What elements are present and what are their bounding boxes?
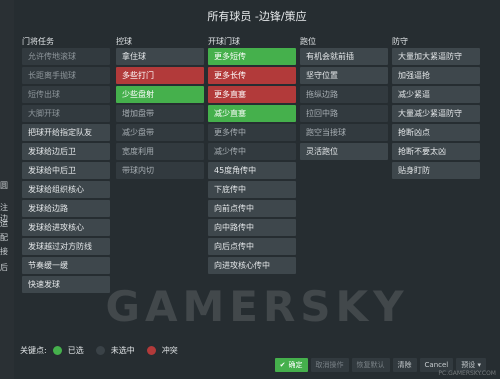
instruction-option[interactable]: 增加盘带 bbox=[116, 105, 204, 122]
instruction-option[interactable]: 拖纵边路 bbox=[300, 86, 388, 103]
instruction-option[interactable]: 向后点传中 bbox=[208, 238, 296, 255]
column-defending: 大量加大紧逼防守 加强逼抢减少紧逼大量减少紧逼防守 抢断凶点抢断不要太凶 贴身盯防 bbox=[392, 48, 480, 181]
column-header-passing: 开球门球 bbox=[208, 37, 240, 46]
instruction-option[interactable]: 更多短传 bbox=[208, 48, 296, 65]
instruction-option[interactable]: 把球开给指定队友 bbox=[22, 124, 110, 141]
preset-label: 预设 bbox=[461, 361, 476, 369]
instruction-option[interactable]: 少些盘射 bbox=[116, 86, 204, 103]
legend-unselected: 未选中 bbox=[110, 346, 135, 355]
instruction-option[interactable]: 跑空当接球 bbox=[300, 124, 388, 141]
instruction-option[interactable]: 发球给进攻核心 bbox=[22, 219, 110, 236]
instruction-option[interactable]: 45度角传中 bbox=[208, 162, 296, 179]
bg-text-fragment: 后 bbox=[0, 263, 8, 272]
instruction-option[interactable]: 发球给组织核心 bbox=[22, 181, 110, 198]
chevron-down-icon: ▾ bbox=[477, 361, 481, 369]
dialog-title: 所有球员 -边锋/策应 bbox=[207, 10, 307, 23]
instruction-option[interactable]: 坚守位置 bbox=[300, 67, 388, 84]
legend-label: 关键点: bbox=[20, 346, 47, 355]
instruction-option[interactable]: 长距离手抛球 bbox=[22, 67, 110, 84]
instruction-option[interactable]: 更多直塞 bbox=[208, 86, 296, 103]
column-possession: 拿住球多些打门少些盘射增加盘带减少盘带宽度利用带球内切 bbox=[116, 48, 204, 181]
unselected-dot-icon bbox=[95, 346, 105, 355]
restore-default-button[interactable]: 恢复默认 bbox=[351, 358, 390, 372]
instruction-option[interactable]: 发球给边后卫 bbox=[22, 143, 110, 160]
check-icon: ✔ bbox=[279, 361, 286, 369]
instruction-option[interactable]: 宽度利用 bbox=[116, 143, 204, 160]
instruction-option[interactable]: 减少紧逼 bbox=[392, 86, 480, 103]
column-header-possession: 控球 bbox=[116, 37, 132, 46]
instruction-option[interactable]: 多些打门 bbox=[116, 67, 204, 84]
instruction-option[interactable]: 减少直塞 bbox=[208, 105, 296, 122]
undo-button[interactable]: 取消操作 bbox=[310, 358, 349, 372]
conflict-dot-icon bbox=[146, 346, 156, 355]
legend-selected: 已选 bbox=[67, 346, 84, 355]
instruction-option[interactable]: 大量加大紧逼防守 bbox=[392, 48, 480, 65]
legend: 关键点: 已选 未选中 冲突 bbox=[20, 345, 184, 356]
instruction-option[interactable]: 抢断凶点 bbox=[392, 124, 480, 141]
instruction-option[interactable]: 灵活跑位 bbox=[300, 143, 388, 160]
instruction-option[interactable]: 发球给中后卫 bbox=[22, 162, 110, 179]
clear-button[interactable]: 清除 bbox=[392, 358, 417, 372]
player-instructions-dialog: 所有球员 -边锋/策应 门将任务 控球 开球门球 跑位 防守 允许传地滚球 长距离… bbox=[14, 0, 500, 379]
instruction-option[interactable]: 向进攻核心传中 bbox=[208, 257, 296, 274]
bg-text-fragment: 接 bbox=[0, 247, 8, 256]
bg-text-fragment: 圆 bbox=[0, 181, 8, 190]
instruction-option[interactable]: 减少盘带 bbox=[116, 124, 204, 141]
instruction-option[interactable]: 有机会就前插 bbox=[300, 48, 388, 65]
instruction-option[interactable]: 短传出球 bbox=[22, 86, 110, 103]
corner-watermark: PC.GAMERSKY.COM bbox=[438, 370, 496, 377]
instruction-option[interactable]: 节奏缓一缓 bbox=[22, 257, 110, 274]
instruction-option[interactable]: 下底传中 bbox=[208, 181, 296, 198]
column-movement: 有机会就前插 坚守位置拖纵边路拉回中路跑空当接球灵活跑位 bbox=[300, 48, 388, 162]
instruction-option[interactable]: 拿住球 bbox=[116, 48, 204, 65]
watermark-logo: GAMERSKY bbox=[105, 282, 409, 331]
instruction-option[interactable]: 拉回中路 bbox=[300, 105, 388, 122]
column-header-defending: 防守 bbox=[392, 37, 408, 46]
instruction-option[interactable]: 允许传地滚球 bbox=[22, 48, 110, 65]
bg-text-fragment: 运 bbox=[0, 219, 8, 228]
instruction-option[interactable]: 加强逼抢 bbox=[392, 67, 480, 84]
instruction-option[interactable]: 向中路传中 bbox=[208, 219, 296, 236]
instruction-option[interactable]: 贴身盯防 bbox=[392, 162, 480, 179]
instruction-option[interactable]: 大脚开球 bbox=[22, 105, 110, 122]
column-header-movement: 跑位 bbox=[300, 37, 316, 46]
instruction-option[interactable]: 更多传中 bbox=[208, 124, 296, 141]
selected-dot-icon bbox=[52, 346, 62, 355]
instruction-option[interactable]: 抢断不要太凶 bbox=[392, 143, 480, 160]
instruction-option[interactable]: 向前点传中 bbox=[208, 200, 296, 217]
instruction-option[interactable]: 大量减少紧逼防守 bbox=[392, 105, 480, 122]
confirm-button[interactable]: ✔ 确定 bbox=[274, 358, 308, 372]
background-window-edge: 圆 注边 运 配 接 后 bbox=[0, 0, 14, 379]
column-passing: 更多短传更多长传更多直塞减少直塞更多传中减少传中 45度角传中 下底传中向前点传中向… bbox=[208, 48, 296, 276]
instruction-option[interactable]: 发球给边路 bbox=[22, 200, 110, 217]
column-gk-tasks: 允许传地滚球 长距离手抛球 短传出球大脚开球把球开给指定队友 发球给边后卫 发球给中后卫… bbox=[22, 48, 110, 295]
instruction-option[interactable]: 发球越过对方防线 bbox=[22, 238, 110, 255]
instruction-option[interactable]: 减少传中 bbox=[208, 143, 296, 160]
instruction-option[interactable]: 更多长传 bbox=[208, 67, 296, 84]
bg-text-fragment: 配 bbox=[0, 233, 8, 242]
column-header-gk: 门将任务 bbox=[22, 37, 54, 46]
legend-conflict: 冲突 bbox=[161, 346, 178, 355]
instruction-option[interactable]: 带球内切 bbox=[116, 162, 204, 179]
confirm-label: 确定 bbox=[288, 361, 303, 369]
